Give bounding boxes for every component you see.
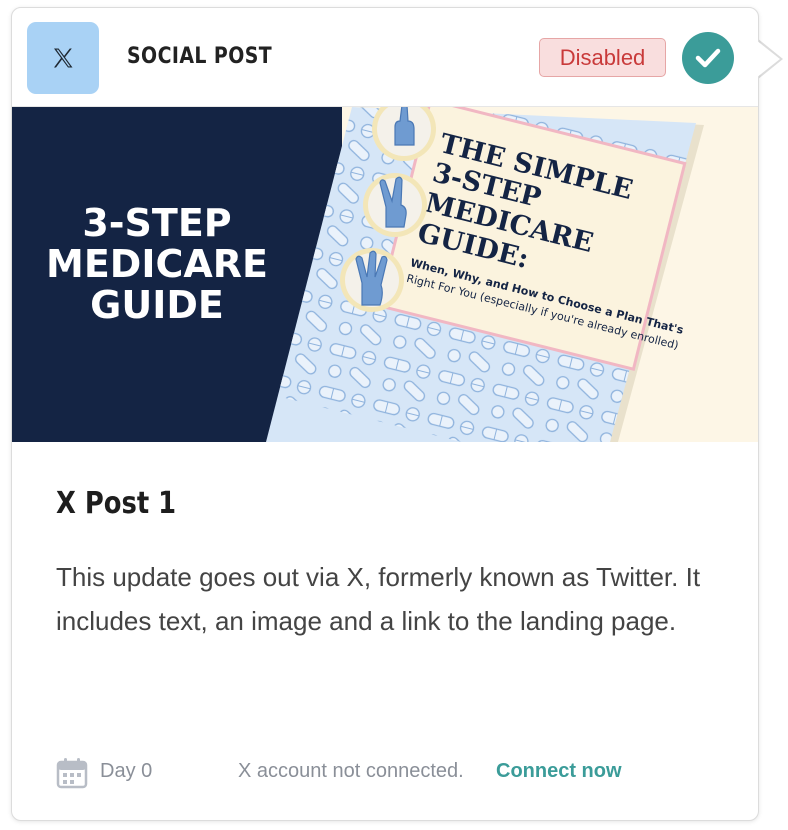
check-icon[interactable] bbox=[682, 32, 734, 84]
social-post-card[interactable]: SOCIAL POST Disabled 3-STEP MEDICARE GUI… bbox=[11, 7, 759, 821]
schedule-day: Day 0 bbox=[100, 760, 153, 782]
x-logo-icon bbox=[27, 22, 99, 94]
card-header: SOCIAL POST Disabled bbox=[12, 8, 758, 107]
card-pointer-fill bbox=[756, 40, 780, 78]
connection-status: X account not connected. bbox=[238, 760, 464, 782]
connect-now-link[interactable]: Connect now bbox=[496, 760, 622, 783]
post-title: X Post 1 bbox=[56, 486, 177, 521]
calendar-icon bbox=[56, 757, 88, 789]
status-badge: Disabled bbox=[539, 38, 666, 77]
hand-two-icon bbox=[363, 173, 427, 237]
post-description: This update goes out via X, formerly kno… bbox=[56, 562, 701, 636]
post-image: 3-STEP MEDICARE GUIDE THE SIMPLE 3-STEP … bbox=[12, 107, 758, 442]
card-type-label: SOCIAL POST bbox=[127, 44, 273, 69]
hand-three-icon bbox=[340, 248, 404, 312]
book-illustration: THE SIMPLE 3-STEP MEDICARE GUIDE: When, … bbox=[266, 107, 704, 442]
